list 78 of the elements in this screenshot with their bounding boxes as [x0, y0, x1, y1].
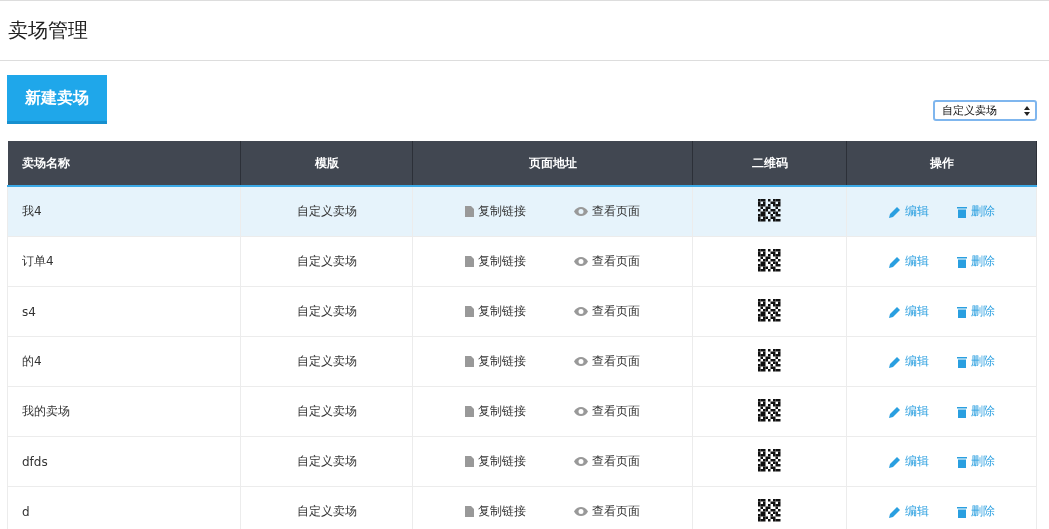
table-row[interactable]: 订单4 自定义卖场 复制链接 查看页面 编辑 删除	[7, 236, 1037, 287]
document-icon	[465, 456, 474, 467]
qr-code-icon[interactable]	[758, 498, 781, 522]
table-row[interactable]: 我的卖场 自定义卖场 复制链接 查看页面 编辑 删除	[7, 386, 1037, 437]
document-icon	[465, 306, 474, 317]
trash-icon	[956, 305, 967, 318]
table-cell: 自定义卖场	[296, 254, 357, 268]
table-row[interactable]: 的4 自定义卖场 复制链接 查看页面 编辑 删除	[7, 336, 1037, 387]
trash-icon	[956, 205, 967, 218]
view-page-button[interactable]: 查看页面	[574, 503, 640, 520]
table-cell: 自定义卖场	[296, 404, 357, 418]
table-cell: 我的卖场	[22, 404, 70, 418]
table-cell: 自定义卖场	[296, 204, 357, 218]
table-cell: 自定义卖场	[296, 504, 357, 518]
pencil-icon	[888, 355, 901, 368]
table-cell: s4	[22, 304, 36, 319]
updown-icon	[1024, 105, 1030, 116]
qr-code-icon[interactable]	[758, 448, 781, 472]
table-cell: 自定义卖场	[296, 354, 357, 368]
column-header: 页面地址	[412, 141, 693, 186]
document-icon	[465, 506, 474, 517]
view-page-button[interactable]: 查看页面	[574, 253, 640, 270]
table-cell: d	[22, 504, 30, 519]
column-header: 卖场名称	[7, 141, 241, 186]
eye-icon	[574, 407, 588, 416]
eye-icon	[574, 357, 588, 366]
pencil-icon	[888, 255, 901, 268]
trash-icon	[956, 255, 967, 268]
filter-select[interactable]: 自定义卖场	[933, 100, 1037, 121]
trash-icon	[956, 355, 967, 368]
table-cell: 订单4	[22, 254, 54, 268]
view-page-button[interactable]: 查看页面	[574, 303, 640, 320]
column-header: 二维码	[692, 141, 847, 186]
table-row[interactable]: dfds 自定义卖场 复制链接 查看页面 编辑 删除	[7, 436, 1037, 487]
qr-code-icon[interactable]	[758, 398, 781, 422]
pencil-icon	[888, 405, 901, 418]
trash-icon	[956, 505, 967, 518]
table-cell: 我4	[22, 204, 42, 218]
trash-icon	[956, 405, 967, 418]
document-icon	[465, 406, 474, 417]
copy-link-button[interactable]: 复制链接	[465, 253, 526, 270]
column-header: 操作	[846, 141, 1037, 186]
document-icon	[465, 356, 474, 367]
view-page-button[interactable]: 查看页面	[574, 403, 640, 420]
page-title: 卖场管理	[8, 17, 88, 44]
table-cell: dfds	[22, 454, 48, 469]
pencil-icon	[888, 505, 901, 518]
copy-link-button[interactable]: 复制链接	[465, 503, 526, 520]
copy-link-button[interactable]: 复制链接	[465, 203, 526, 220]
column-header: 模版	[240, 141, 413, 186]
pencil-icon	[888, 305, 901, 318]
copy-link-button[interactable]: 复制链接	[465, 403, 526, 420]
document-icon	[465, 206, 474, 217]
qr-code-icon[interactable]	[758, 348, 781, 372]
pencil-icon	[888, 205, 901, 218]
qr-code-icon[interactable]	[758, 248, 781, 272]
document-icon	[465, 256, 474, 267]
pencil-icon	[888, 455, 901, 468]
eye-icon	[574, 507, 588, 516]
table-cell: 自定义卖场	[296, 304, 357, 318]
view-page-button[interactable]: 查看页面	[574, 353, 640, 370]
table-cell: 的4	[22, 354, 42, 368]
eye-icon	[574, 457, 588, 466]
table-row[interactable]: d 自定义卖场 复制链接 查看页面 编辑 删除	[7, 486, 1037, 529]
copy-link-button[interactable]: 复制链接	[465, 453, 526, 470]
qr-code-icon[interactable]	[758, 198, 781, 222]
view-page-button[interactable]: 查看页面	[574, 203, 640, 220]
copy-link-button[interactable]: 复制链接	[465, 353, 526, 370]
table-cell: 自定义卖场	[296, 454, 357, 468]
eye-icon	[574, 257, 588, 266]
copy-link-button[interactable]: 复制链接	[465, 303, 526, 320]
view-page-button[interactable]: 查看页面	[574, 453, 640, 470]
table-row[interactable]: 我4 自定义卖场 复制链接 查看页面 编辑 删除	[7, 186, 1037, 237]
eye-icon	[574, 307, 588, 316]
trash-icon	[956, 455, 967, 468]
qr-code-icon[interactable]	[758, 298, 781, 322]
eye-icon	[574, 207, 588, 216]
table-row[interactable]: s4 自定义卖场 复制链接 查看页面 编辑 删除	[7, 286, 1037, 337]
